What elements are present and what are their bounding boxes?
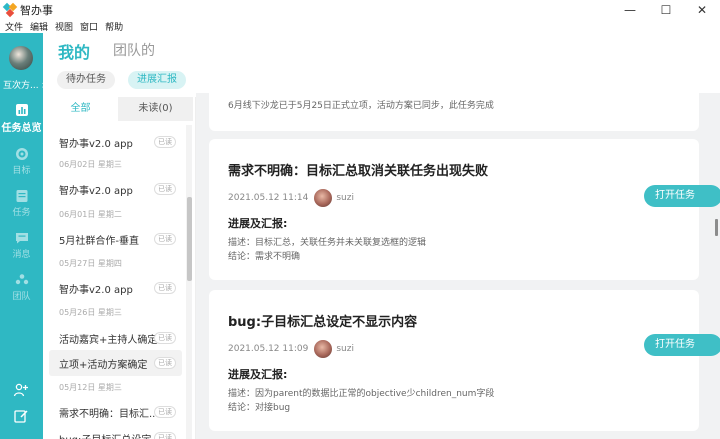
add-member-icon[interactable]: [13, 382, 29, 398]
list-item-selected[interactable]: 立项+活动方案确定 已读: [49, 350, 182, 376]
list-scroll-track[interactable]: [186, 125, 192, 439]
rail-label: 任务总览: [1, 123, 42, 134]
app-logo-icon: [2, 2, 18, 17]
rail-item-task[interactable]: 任务: [0, 189, 43, 218]
top-tabs: 我的 团队的: [43, 33, 720, 67]
sub-tabs: 待办任务 进展汇报: [43, 67, 720, 93]
chart-icon: [15, 104, 28, 116]
read-badge: 已读: [154, 183, 176, 195]
filter-tabs: 全部 未读(0): [43, 97, 193, 121]
tab-progress-report[interactable]: 进展汇报: [128, 71, 186, 89]
content-scroll-track[interactable]: [713, 93, 720, 439]
list-item-title: 需求不明确：目标汇...: [59, 409, 159, 420]
report-meta: 2021.05.12 11:14 suzi: [228, 189, 354, 207]
rail-item-target[interactable]: 目标: [0, 147, 43, 176]
list-item-title: 立项+活动方案确定: [59, 360, 148, 371]
list-date: 05月27日 星期四: [59, 259, 122, 268]
list-item-title: 智办事v2.0 app: [59, 139, 133, 150]
list-item-title: 智办事v2.0 app: [59, 285, 133, 296]
list-item[interactable]: bug:子目标汇总设定... 已读: [49, 425, 182, 439]
list-date: 06月01日 星期二: [59, 210, 122, 219]
message-icon: [15, 233, 28, 244]
user-avatar: [314, 340, 333, 358]
report-description: 描述：因为parent的数据比正常的objective少children_num…: [228, 389, 495, 399]
open-task-button[interactable]: 打开任务: [644, 185, 720, 207]
report-time: 2021.05.12 11:14: [228, 193, 309, 203]
edit-icon[interactable]: [13, 408, 29, 424]
read-badge: 已读: [154, 233, 176, 245]
report-conclusion: 结论：对接bug: [228, 403, 291, 413]
report-user: suzi: [336, 193, 354, 203]
rail-item-overview[interactable]: 任务总览: [0, 103, 43, 134]
report-text: 6月线下沙龙已于5月25日正式立项，活动方案已同步，此任务完成: [228, 101, 494, 111]
read-badge: 已读: [154, 332, 176, 344]
report-card: 需求不明确：目标汇总取消关联任务出现失败 2021.05.12 11:14 su…: [209, 139, 699, 280]
rail-label: 团队: [12, 292, 31, 302]
report-time: 2021.05.12 11:09: [228, 344, 309, 354]
filter-unread[interactable]: 未读(0): [118, 97, 193, 121]
menu-bar: 文件 编辑 视图 窗口 帮助: [0, 19, 125, 33]
report-conclusion: 结论：需求不明确: [228, 252, 301, 262]
window-title: 智办事: [20, 3, 53, 17]
user-avatar: [314, 189, 333, 207]
report-title: 需求不明确：目标汇总取消关联任务出现失败: [228, 164, 489, 179]
tab-mine[interactable]: 我的: [58, 39, 90, 63]
rail-label: 任务: [12, 208, 31, 218]
filter-all[interactable]: 全部: [43, 97, 118, 121]
list-item-title: bug:子目标汇总设定...: [59, 431, 161, 439]
tab-todo-tasks[interactable]: 待办任务: [57, 71, 115, 89]
list-date: 05月26日 星期三: [59, 308, 122, 317]
menu-edit[interactable]: 编辑: [30, 20, 48, 33]
report-meta: 2021.05.12 11:09 suzi: [228, 340, 354, 358]
list-item[interactable]: 智办事v2.0 app 已读: [49, 275, 182, 301]
report-content: 6月线下沙龙已于5月25日正式立项，活动方案已同步，此任务完成 需求不明确：目标…: [196, 93, 720, 439]
report-title: bug:子目标汇总设定不显示内容: [228, 315, 418, 330]
rail-label: 目标: [12, 166, 31, 176]
rail-item-team[interactable]: 团队: [0, 273, 43, 302]
minimize-button[interactable]: —: [612, 0, 648, 19]
report-card-partial: 6月线下沙龙已于5月25日正式立项，活动方案已同步，此任务完成: [209, 93, 699, 131]
list-date: 06月02日 星期三: [59, 160, 122, 169]
list-item[interactable]: 活动嘉宾+主持人确定 已读: [49, 325, 182, 351]
menu-window[interactable]: 窗口: [80, 20, 98, 33]
window-controls: — ☐ ✕: [612, 0, 720, 19]
list-scrollbar[interactable]: [187, 197, 192, 281]
report-list-panel: 全部 未读(0) 智办事v2.0 app 已读 06月02日 星期三 智办事v2…: [43, 97, 196, 439]
task-icon: [16, 190, 27, 202]
read-badge: 已读: [154, 282, 176, 294]
list-item[interactable]: 智办事v2.0 app 已读: [49, 129, 182, 155]
rail-item-message[interactable]: 消息: [0, 231, 43, 260]
tab-team[interactable]: 团队的: [113, 40, 155, 60]
target-icon: [15, 148, 28, 160]
read-badge: 已读: [154, 136, 176, 148]
team-icon: [15, 274, 28, 285]
close-button[interactable]: ✕: [684, 0, 720, 19]
read-badge: 已读: [154, 406, 176, 418]
left-rail: 互次方... > 任务总览 目标 任务 消息 团队: [0, 33, 49, 439]
list-item-title: 5月社群合作-垂直: [59, 236, 139, 247]
list-date: 05月12日 星期三: [59, 383, 122, 392]
read-badge: 已读: [154, 432, 176, 439]
menu-file[interactable]: 文件: [5, 20, 23, 33]
report-section-heading: 进展及汇报:: [228, 217, 288, 230]
report-section-heading: 进展及汇报:: [228, 368, 288, 381]
user-avatar[interactable]: [9, 46, 33, 70]
list-item[interactable]: 需求不明确：目标汇... 已读: [49, 399, 182, 425]
report-user: suzi: [336, 344, 354, 354]
list-item-title: 智办事v2.0 app: [59, 186, 133, 197]
report-card: bug:子目标汇总设定不显示内容 2021.05.12 11:09 suzi 进…: [209, 290, 699, 431]
title-bar: 智办事 — ☐ ✕: [0, 0, 720, 19]
list-item[interactable]: 5月社群合作-垂直 已读: [49, 226, 182, 252]
menu-help[interactable]: 帮助: [105, 20, 123, 33]
maximize-button[interactable]: ☐: [648, 0, 684, 19]
content-scrollbar[interactable]: [715, 219, 718, 236]
list-item-title: 活动嘉宾+主持人确定: [59, 335, 158, 346]
open-task-button[interactable]: 打开任务: [644, 334, 720, 356]
read-badge: 已读: [154, 357, 176, 369]
rail-label: 消息: [12, 250, 31, 260]
report-description: 描述：目标汇总，关联任务并未关联复选框的逻辑: [228, 238, 427, 248]
menu-view[interactable]: 视图: [55, 20, 73, 33]
list-item[interactable]: 智办事v2.0 app 已读: [49, 176, 182, 202]
